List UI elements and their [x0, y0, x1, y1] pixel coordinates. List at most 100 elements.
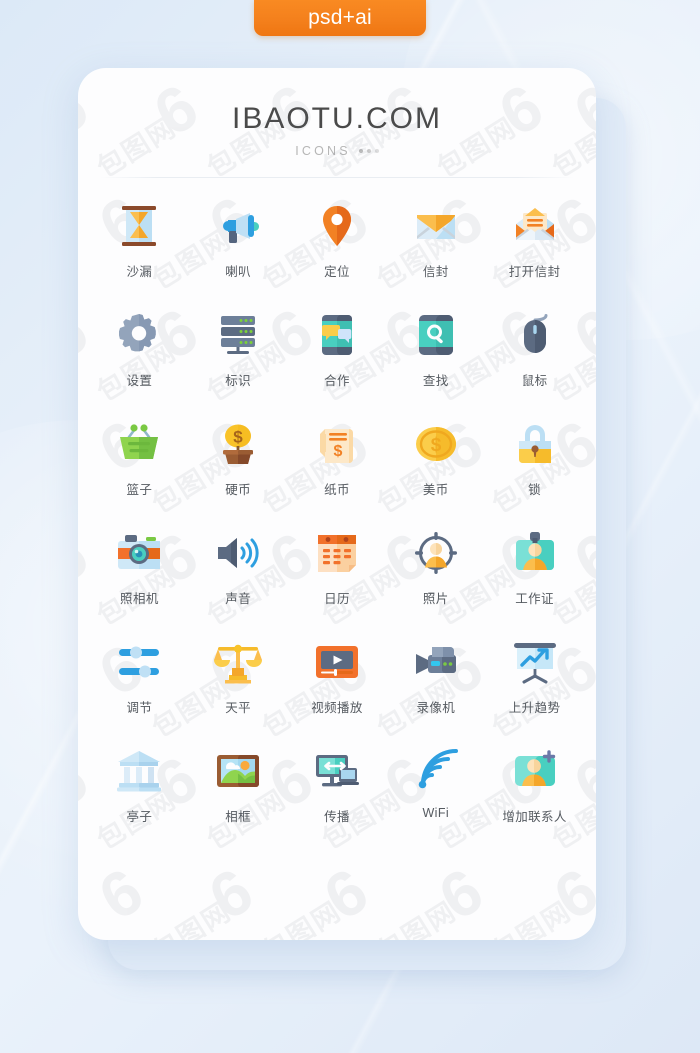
- icon-grid: 沙漏 喇叭 定位 信封 打开信封设置 标识 合作 查找 鼠标篮子 硬币 纸币 美币 锁照相机 声音 日历 照片…: [78, 202, 596, 828]
- dots-decoration: [358, 149, 379, 153]
- icon-cell[interactable]: 照相机: [90, 529, 189, 610]
- icon-label: 调节: [126, 701, 153, 715]
- calendar-icon[interactable]: [313, 529, 361, 577]
- icon-cell[interactable]: 纸币: [288, 420, 387, 501]
- icon-cell[interactable]: 篮子: [90, 420, 189, 501]
- camera-icon[interactable]: [115, 529, 163, 577]
- icon-cell[interactable]: 视频播放: [288, 638, 387, 719]
- icon-cell[interactable]: 标识: [189, 311, 288, 392]
- icon-cell[interactable]: 工作证: [485, 529, 584, 610]
- speaker-icon[interactable]: [214, 529, 262, 577]
- icon-cell[interactable]: 声音: [189, 529, 288, 610]
- basket-icon[interactable]: [115, 420, 163, 468]
- watermark-mark: 6: [426, 854, 495, 934]
- icon-cell[interactable]: 日历: [288, 529, 387, 610]
- icon-label: 信封: [422, 265, 449, 279]
- watermark-mark: 6: [311, 854, 380, 934]
- icon-cell[interactable]: 沙漏: [90, 202, 189, 283]
- icon-cell[interactable]: 定位: [288, 202, 387, 283]
- icon-label: 亭子: [126, 810, 153, 824]
- icon-label: 篮子: [126, 483, 153, 497]
- portrait-target-icon[interactable]: [412, 529, 460, 577]
- wifi-icon[interactable]: [412, 747, 460, 795]
- icon-set-card: IBAOTU.COM ICONS 6包图网6包图网6包图网6包图网6包图网6包图…: [78, 68, 596, 940]
- envelope-icon[interactable]: [412, 202, 460, 250]
- subtitle-row: ICONS: [78, 144, 596, 158]
- header-divider: [100, 177, 574, 178]
- icon-label: 照相机: [120, 592, 159, 606]
- icon-label: 定位: [324, 265, 350, 279]
- banknote-icon[interactable]: [313, 420, 361, 468]
- open-envelope-icon[interactable]: [511, 202, 559, 250]
- icon-cell[interactable]: 查找: [386, 311, 485, 392]
- icon-label: 鼠标: [521, 374, 548, 388]
- megaphone-icon[interactable]: [214, 202, 262, 250]
- icon-cell[interactable]: 上升趋势: [485, 638, 584, 719]
- icon-cell[interactable]: WiFi: [386, 747, 485, 828]
- watermark-mark: 6: [196, 854, 265, 934]
- icon-label: 照片: [422, 592, 449, 606]
- icon-cell[interactable]: 增加联系人: [485, 747, 584, 828]
- broadcast-sync-icon[interactable]: [313, 747, 361, 795]
- icon-label: 标识: [225, 374, 252, 388]
- add-contact-icon[interactable]: [511, 747, 559, 795]
- icon-label: 合作: [324, 374, 350, 388]
- icon-label: 工作证: [515, 592, 554, 606]
- icon-cell[interactable]: 硬币: [189, 420, 288, 501]
- icon-cell[interactable]: 美币: [386, 420, 485, 501]
- icon-label: 喇叭: [225, 265, 252, 279]
- location-pin-icon[interactable]: [313, 202, 361, 250]
- server-icon[interactable]: [214, 311, 262, 359]
- icon-label: WiFi: [422, 806, 450, 820]
- gear-icon[interactable]: [115, 311, 163, 359]
- money-plant-icon[interactable]: [214, 420, 262, 468]
- watermark-mark: 6: [86, 854, 155, 934]
- watermark-text: 包图网: [486, 895, 577, 940]
- sliders-icon[interactable]: [115, 638, 163, 686]
- icon-label: 增加联系人: [502, 810, 567, 824]
- icon-cell[interactable]: 传播: [288, 747, 387, 828]
- icon-label: 纸币: [324, 483, 350, 497]
- icon-cell[interactable]: 设置: [90, 311, 189, 392]
- dollar-coin-icon[interactable]: [412, 420, 460, 468]
- photo-frame-icon[interactable]: [214, 747, 262, 795]
- hourglass-icon[interactable]: [115, 202, 163, 250]
- icon-label: 硬币: [225, 483, 252, 497]
- watermark-text: 包图网: [146, 895, 237, 940]
- search-screen-icon[interactable]: [412, 311, 460, 359]
- icon-label: 天平: [225, 701, 252, 715]
- icon-label: 相框: [225, 810, 252, 824]
- icon-cell[interactable]: 录像机: [386, 638, 485, 719]
- lock-icon[interactable]: [511, 420, 559, 468]
- mouse-icon[interactable]: [511, 311, 559, 359]
- pavilion-icon[interactable]: [115, 747, 163, 795]
- camcorder-icon[interactable]: [412, 638, 460, 686]
- icon-cell[interactable]: 锁: [485, 420, 584, 501]
- watermark-text: 包图网: [371, 895, 462, 940]
- icon-label: 视频播放: [311, 701, 363, 715]
- chat-bubbles-icon[interactable]: [313, 311, 361, 359]
- icon-cell[interactable]: 亭子: [90, 747, 189, 828]
- icon-label: 声音: [225, 592, 252, 606]
- trend-up-chart-icon[interactable]: [511, 638, 559, 686]
- icon-cell[interactable]: 信封: [386, 202, 485, 283]
- icon-label: 上升趋势: [508, 701, 561, 715]
- video-player-icon[interactable]: [313, 638, 361, 686]
- icon-cell[interactable]: 合作: [288, 311, 387, 392]
- icon-cell[interactable]: 喇叭: [189, 202, 288, 283]
- icon-cell[interactable]: 鼠标: [485, 311, 584, 392]
- icon-cell[interactable]: 天平: [189, 638, 288, 719]
- icon-cell[interactable]: 相框: [189, 747, 288, 828]
- page-title: IBAOTU.COM: [231, 102, 442, 135]
- icon-cell[interactable]: 调节: [90, 638, 189, 719]
- id-badge-icon[interactable]: [511, 529, 559, 577]
- icon-label: 录像机: [416, 701, 456, 715]
- icon-cell[interactable]: 照片: [386, 529, 485, 610]
- icon-label: 沙漏: [126, 265, 153, 279]
- card-header: IBAOTU.COM ICONS: [78, 68, 596, 158]
- icon-cell[interactable]: 打开信封: [485, 202, 584, 283]
- icon-label: 打开信封: [508, 265, 561, 279]
- icon-label: 设置: [126, 374, 153, 388]
- format-badge: psd+ai: [254, 0, 426, 36]
- balance-scale-icon[interactable]: [214, 638, 263, 686]
